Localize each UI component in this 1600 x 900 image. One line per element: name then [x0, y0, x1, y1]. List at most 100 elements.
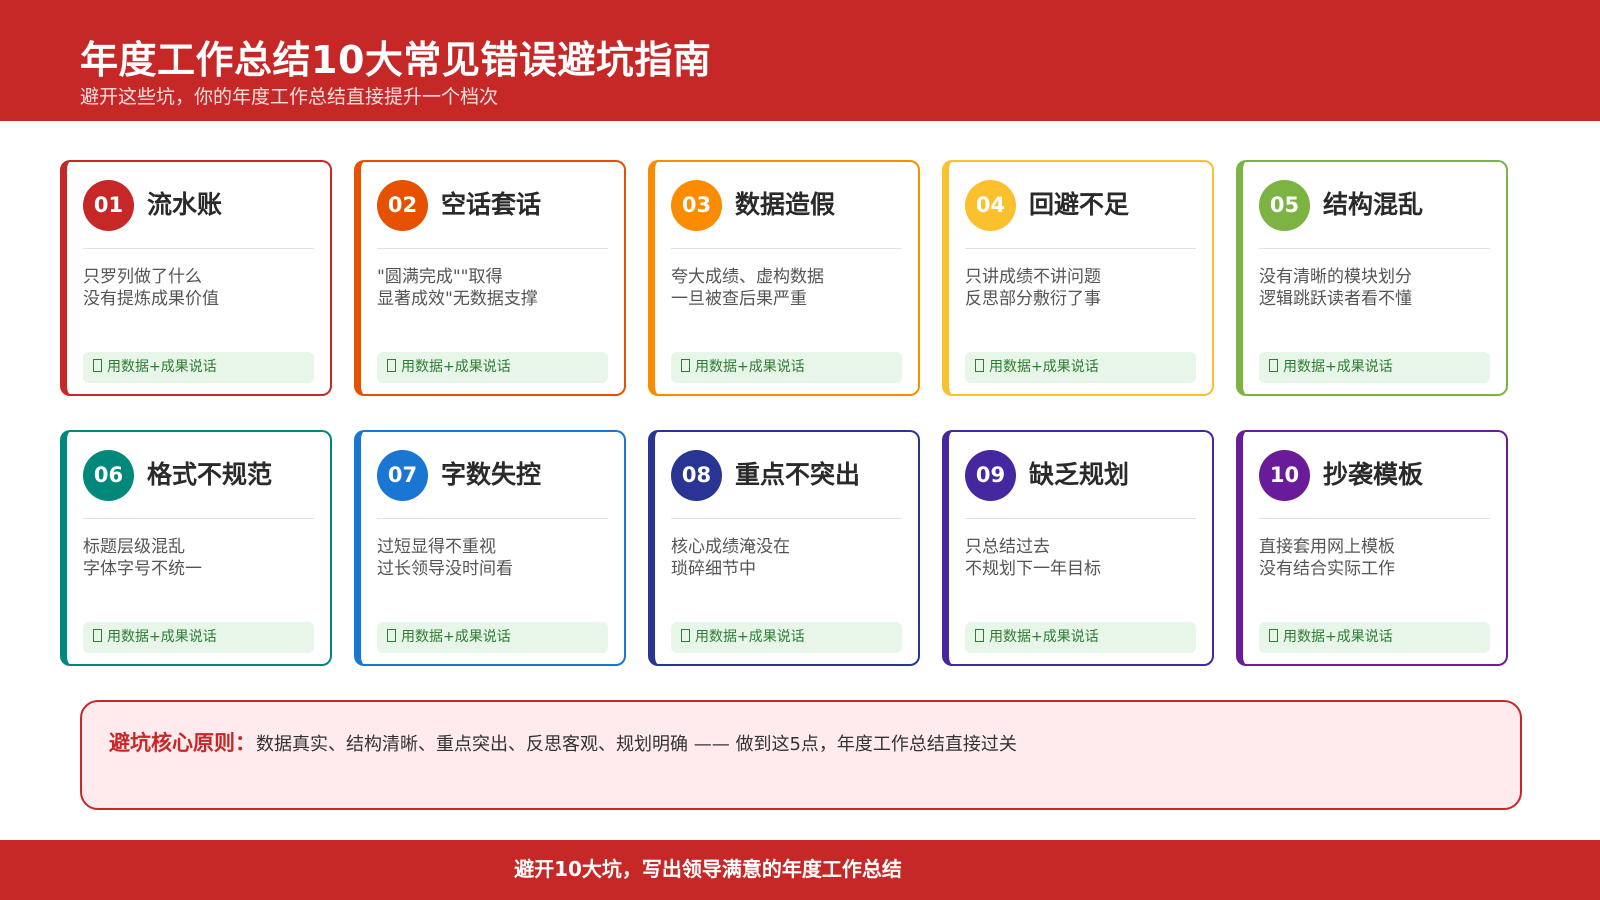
card-title: 结构混乱 [1323, 190, 1424, 219]
tip-box-icon [975, 359, 984, 372]
tip-box-icon [93, 359, 102, 372]
card-description-line: 直接套用网上模板 [1259, 537, 1395, 557]
card-divider [1259, 248, 1490, 249]
tip-box-icon [681, 629, 690, 642]
card-title: 重点不突出 [735, 460, 861, 489]
mistake-card: 04 回避不足 只讲成绩不讲问题 反思部分敷衍了事 用数据+成果说话 [942, 160, 1214, 396]
card-description-line: 不规划下一年目标 [965, 559, 1101, 579]
card-tip: 用数据+成果说话 [965, 352, 1196, 383]
card-description: 核心成绩淹没在 琐碎细节中 [671, 536, 790, 580]
card-title: 缺乏规划 [1029, 460, 1130, 489]
card-tip: 用数据+成果说话 [671, 622, 902, 653]
card-number-badge: 02 [377, 180, 428, 231]
card-divider [1259, 518, 1490, 519]
card-tip-text: 用数据+成果说话 [695, 629, 805, 645]
tip-box-icon [387, 629, 396, 642]
card-description-line: 核心成绩淹没在 [671, 537, 790, 557]
card-description-line: 没有清晰的模块划分 [1259, 267, 1412, 287]
card-number-badge: 07 [377, 450, 428, 501]
card-description: 直接套用网上模板 没有结合实际工作 [1259, 536, 1395, 580]
card-divider [83, 518, 314, 519]
mistake-card: 10 抄袭模板 直接套用网上模板 没有结合实际工作 用数据+成果说话 [1236, 430, 1508, 666]
mistake-card: 02 空话套话 "圆满完成""取得 显著成效"无数据支撑 用数据+成果说话 [354, 160, 626, 396]
mistake-card: 09 缺乏规划 只总结过去 不规划下一年目标 用数据+成果说话 [942, 430, 1214, 666]
card-description: 只总结过去 不规划下一年目标 [965, 536, 1101, 580]
tip-box-icon [1269, 629, 1278, 642]
card-tip: 用数据+成果说话 [671, 352, 902, 383]
card-description-line: 字体字号不统一 [83, 559, 202, 579]
core-principle-box: 避坑核心原则：数据真实、结构清晰、重点突出、反思客观、规划明确 —— 做到这5点… [80, 700, 1522, 810]
card-number-badge: 01 [83, 180, 134, 231]
mistake-card: 07 字数失控 过短显得不重视 过长领导没时间看 用数据+成果说话 [354, 430, 626, 666]
core-principle-label: 避坑核心原则： [109, 731, 256, 755]
card-tip-text: 用数据+成果说话 [989, 629, 1099, 645]
card-tip: 用数据+成果说话 [83, 622, 314, 653]
card-description: 只罗列做了什么 没有提炼成果价值 [83, 266, 219, 310]
card-description-line: 没有提炼成果价值 [83, 289, 219, 309]
card-description-line: 只总结过去 [965, 537, 1050, 557]
card-divider [671, 518, 902, 519]
card-title: 空话套话 [441, 190, 542, 219]
card-tip-text: 用数据+成果说话 [401, 359, 511, 375]
card-description-line: 一旦被查后果严重 [671, 289, 807, 309]
core-principle-text: 避坑核心原则：数据真实、结构清晰、重点突出、反思客观、规划明确 —— 做到这5点… [109, 728, 1017, 760]
card-divider [377, 518, 608, 519]
footer-text: 避开10大坑，写出领导满意的年度工作总结 [514, 857, 902, 881]
card-tip: 用数据+成果说话 [965, 622, 1196, 653]
card-number-badge: 09 [965, 450, 1016, 501]
card-tip-text: 用数据+成果说话 [695, 359, 805, 375]
tip-box-icon [1269, 359, 1278, 372]
card-description: 只讲成绩不讲问题 反思部分敷衍了事 [965, 266, 1101, 310]
card-description-line: 琐碎细节中 [671, 559, 756, 579]
page-subtitle: 避开这些坑，你的年度工作总结直接提升一个档次 [80, 86, 499, 108]
card-description: 过短显得不重视 过长领导没时间看 [377, 536, 513, 580]
card-divider [671, 248, 902, 249]
card-title: 格式不规范 [147, 460, 273, 489]
card-title: 抄袭模板 [1323, 460, 1424, 489]
card-description-line: 夸大成绩、虚构数据 [671, 267, 824, 287]
mistake-card-grid: 01 流水账 只罗列做了什么 没有提炼成果价值 用数据+成果说话 02 空话套话… [60, 160, 1542, 672]
mistake-card: 01 流水账 只罗列做了什么 没有提炼成果价值 用数据+成果说话 [60, 160, 332, 396]
card-tip: 用数据+成果说话 [1259, 352, 1490, 383]
card-description-line: 过短显得不重视 [377, 537, 496, 557]
card-description-line: "圆满完成""取得 [377, 267, 503, 287]
card-description: "圆满完成""取得 显著成效"无数据支撑 [377, 266, 538, 310]
card-tip-text: 用数据+成果说话 [107, 359, 217, 375]
card-tip-text: 用数据+成果说话 [1283, 359, 1393, 375]
tip-box-icon [93, 629, 102, 642]
mistake-card: 06 格式不规范 标题层级混乱 字体字号不统一 用数据+成果说话 [60, 430, 332, 666]
card-description-line: 只讲成绩不讲问题 [965, 267, 1101, 287]
card-number-badge: 05 [1259, 180, 1310, 231]
card-description: 标题层级混乱 字体字号不统一 [83, 536, 202, 580]
card-tip: 用数据+成果说话 [377, 622, 608, 653]
card-tip: 用数据+成果说话 [377, 352, 608, 383]
card-number-badge: 10 [1259, 450, 1310, 501]
tip-box-icon [681, 359, 690, 372]
card-number-badge: 08 [671, 450, 722, 501]
card-number-badge: 04 [965, 180, 1016, 231]
footer-banner: 避开10大坑，写出领导满意的年度工作总结 [0, 840, 1600, 900]
card-divider [965, 248, 1196, 249]
card-description-line: 显著成效"无数据支撑 [377, 289, 538, 309]
card-number-badge: 06 [83, 450, 134, 501]
card-description-line: 标题层级混乱 [83, 537, 185, 557]
core-principle-body: 数据真实、结构清晰、重点突出、反思客观、规划明确 —— 做到这5点，年度工作总结… [256, 734, 1017, 755]
card-description-line: 只罗列做了什么 [83, 267, 202, 287]
card-title: 回避不足 [1029, 190, 1130, 219]
card-description-line: 过长领导没时间看 [377, 559, 513, 579]
card-title: 数据造假 [735, 190, 836, 219]
mistake-card: 08 重点不突出 核心成绩淹没在 琐碎细节中 用数据+成果说话 [648, 430, 920, 666]
card-tip-text: 用数据+成果说话 [989, 359, 1099, 375]
card-tip-text: 用数据+成果说话 [401, 629, 511, 645]
card-description: 没有清晰的模块划分 逻辑跳跃读者看不懂 [1259, 266, 1412, 310]
card-tip-text: 用数据+成果说话 [1283, 629, 1393, 645]
card-divider [83, 248, 314, 249]
card-description: 夸大成绩、虚构数据 一旦被查后果严重 [671, 266, 824, 310]
card-description-line: 逻辑跳跃读者看不懂 [1259, 289, 1412, 309]
card-tip-text: 用数据+成果说话 [107, 629, 217, 645]
tip-box-icon [387, 359, 396, 372]
page-title: 年度工作总结10大常见错误避坑指南 [80, 38, 712, 82]
card-tip: 用数据+成果说话 [1259, 622, 1490, 653]
header-banner: 年度工作总结10大常见错误避坑指南 避开这些坑，你的年度工作总结直接提升一个档次 [0, 0, 1600, 121]
card-divider [377, 248, 608, 249]
